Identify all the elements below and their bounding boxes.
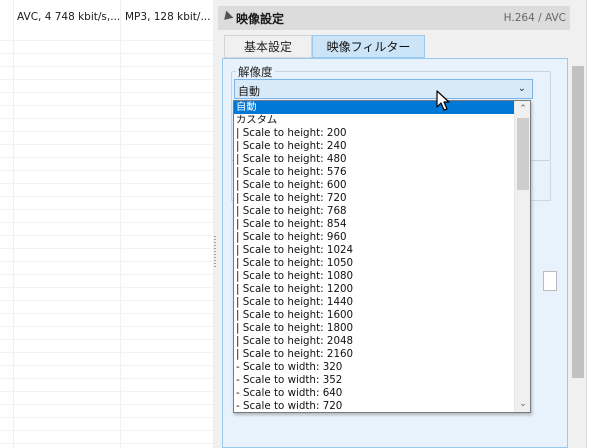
file-list-pane: AVC, 4 748 kbit/s,... MP3, 128 kbit/... [0, 0, 213, 448]
empty-row [0, 158, 213, 171]
resolution-group-label: 解像度 [236, 64, 275, 80]
resolution-option[interactable]: | Scale to height: 240 [234, 140, 514, 153]
resolution-option[interactable]: | Scale to height: 1440 [234, 296, 514, 309]
chevron-down-icon[interactable]: ⌄ [518, 83, 526, 94]
empty-row [0, 405, 213, 418]
resolution-option[interactable]: カスタム [234, 114, 514, 127]
empty-row [0, 327, 213, 340]
scroll-thumb[interactable] [517, 118, 529, 190]
empty-row [0, 340, 213, 353]
resolution-option[interactable]: | Scale to height: 1050 [234, 257, 514, 270]
resolution-option[interactable]: | Scale to height: 1800 [234, 322, 514, 335]
empty-row [0, 249, 213, 262]
video-settings-header[interactable]: 映像設定 H.264 / AVC [218, 6, 570, 30]
empty-row [0, 119, 213, 132]
resolution-option[interactable]: | Scale to height: 720 [234, 192, 514, 205]
collapse-triangle-icon[interactable] [220, 10, 234, 24]
empty-row [0, 262, 213, 275]
empty-row [0, 132, 213, 145]
empty-row [0, 93, 213, 106]
empty-row [0, 301, 213, 314]
empty-row [0, 288, 213, 301]
empty-row [0, 223, 213, 236]
empty-row [0, 106, 213, 119]
resolution-option[interactable]: - Scale to width: 352 [234, 374, 514, 387]
resolution-selected-value: 自動 [238, 85, 260, 98]
empty-row [0, 366, 213, 379]
resolution-option[interactable]: | Scale to height: 1200 [234, 283, 514, 296]
empty-row [0, 67, 213, 80]
resolution-option[interactable]: | Scale to height: 1080 [234, 270, 514, 283]
resolution-option[interactable]: | Scale to height: 600 [234, 179, 514, 192]
resolution-option[interactable]: | Scale to height: 576 [234, 166, 514, 179]
mouse-cursor-icon [436, 90, 450, 111]
section-title: 映像設定 [236, 12, 285, 26]
resolution-option[interactable]: | Scale to height: 200 [234, 127, 514, 140]
resolution-option[interactable]: | Scale to height: 854 [234, 218, 514, 231]
tab-basic-settings[interactable]: 基本設定 [224, 35, 312, 58]
empty-row [0, 145, 213, 158]
resolution-option[interactable]: 自動 [234, 101, 514, 114]
partial-input-field[interactable] [543, 271, 557, 291]
chevron-up-icon[interactable]: ⌃ [515, 101, 530, 117]
file-row[interactable]: AVC, 4 748 kbit/s,... MP3, 128 kbit/... [0, 8, 213, 28]
empty-row [0, 171, 213, 184]
resolution-option[interactable]: | Scale to height: 480 [234, 153, 514, 166]
empty-row [0, 431, 213, 444]
empty-row [0, 210, 213, 223]
empty-row [0, 41, 213, 54]
empty-row [0, 379, 213, 392]
resolution-option[interactable]: | Scale to height: 2048 [234, 335, 514, 348]
resolution-option[interactable]: - Scale to width: 720 [234, 400, 514, 412]
audio-info-cell: MP3, 128 kbit/... [125, 11, 211, 23]
resolution-option[interactable]: | Scale to height: 1024 [234, 244, 514, 257]
resolution-dropdown-list[interactable]: 自動 カスタム | Scale to height: 200 | Scale to h… [233, 100, 531, 413]
video-info-cell: AVC, 4 748 kbit/s,... [17, 11, 121, 23]
empty-row [0, 418, 213, 431]
resolution-option[interactable]: | Scale to height: 960 [234, 231, 514, 244]
resolution-option[interactable]: | Scale to height: 1600 [234, 309, 514, 322]
chevron-down-icon[interactable]: ⌄ [515, 396, 530, 412]
empty-row [0, 236, 213, 249]
dropdown-scrollbar[interactable]: ⌃ ⌄ [514, 101, 530, 412]
tab-video-filter[interactable]: 映像フィルター [312, 35, 425, 58]
scroll-thumb[interactable] [572, 66, 584, 378]
splitter-grip-icon[interactable] [214, 236, 216, 268]
empty-row [0, 392, 213, 405]
empty-row [0, 54, 213, 67]
resolution-option[interactable]: - Scale to width: 320 [234, 361, 514, 374]
resolution-option[interactable]: | Scale to height: 768 [234, 205, 514, 218]
resolution-option[interactable]: | Scale to height: 2160 [234, 348, 514, 361]
resolution-combobox[interactable]: 自動 ⌄ [234, 79, 533, 99]
empty-row [0, 80, 213, 93]
window-edge [586, 0, 600, 448]
empty-row [0, 28, 213, 41]
settings-scrollbar[interactable] [570, 0, 586, 448]
empty-row [0, 353, 213, 366]
codec-label: H.264 / AVC [503, 12, 566, 24]
empty-row [0, 314, 213, 327]
resolution-option[interactable]: - Scale to width: 640 [234, 387, 514, 400]
option-list: 自動 カスタム | Scale to height: 200 | Scale to h… [234, 101, 514, 412]
empty-row [0, 197, 213, 210]
empty-row [0, 275, 213, 288]
empty-row [0, 184, 213, 197]
